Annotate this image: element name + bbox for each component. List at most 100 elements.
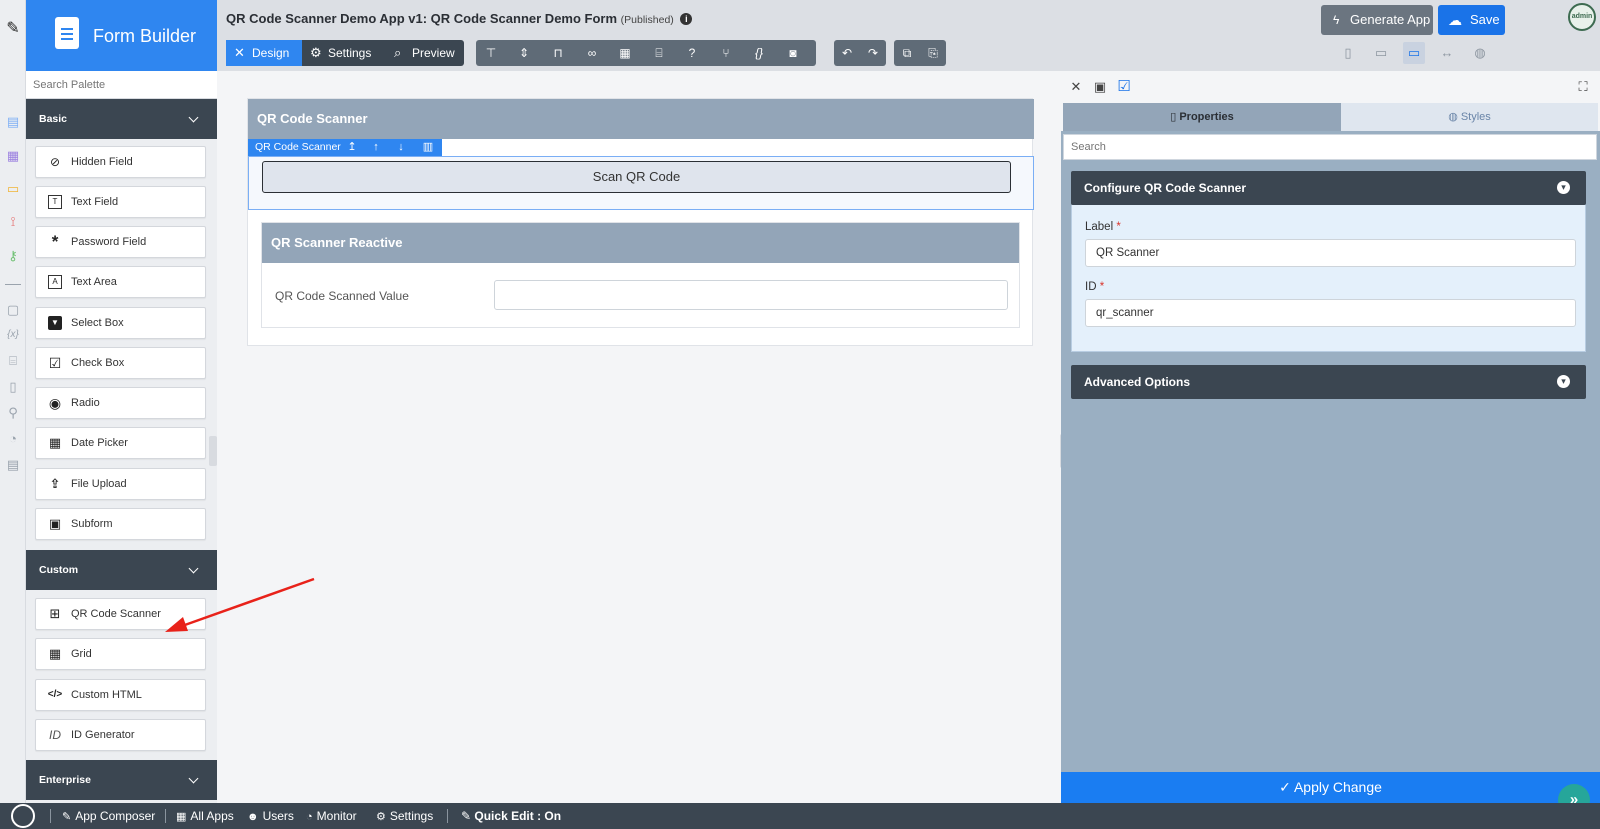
camera-icon[interactable]: ◙ [778,40,808,66]
check-square-icon[interactable]: ☑ [1116,79,1132,95]
plugin-icon[interactable]: ⚲ [5,405,21,421]
palette-item-file-upload[interactable]: ⇪ File Upload [35,468,206,500]
tab-design[interactable]: ✕ Design [226,40,302,66]
qr-scanner-element[interactable]: Scan QR Code [248,156,1034,210]
move-up-parent-icon[interactable]: ↥ [344,139,360,156]
palette-item-select-box[interactable]: ▼ Select Box [35,307,206,339]
laptop-view-icon[interactable]: ▭ [1403,42,1425,64]
all-apps-label: All Apps [190,809,234,823]
palette-item-id-generator[interactable]: ID ID Generator [35,719,206,751]
palette-item-qr-code-scanner[interactable]: ⊞ QR Code Scanner [35,598,206,630]
label-input[interactable] [1085,239,1576,267]
palette-item-label: Check Box [71,357,125,369]
move-up-icon[interactable]: ↑ [368,139,384,156]
apply-change-button[interactable]: ✓ Apply Change [1061,772,1600,803]
branch-icon[interactable]: ⑂ [711,40,741,66]
palette-search-input[interactable] [26,71,217,99]
quick-edit-toggle[interactable]: ✎ Quick Edit : On [455,803,567,829]
gauge-icon[interactable]: ◔ [5,431,21,447]
palette-item-custom-html[interactable]: </> Custom HTML [35,679,206,711]
paste-icon[interactable]: ⎘ [920,40,946,66]
help-icon[interactable]: ? [677,40,707,66]
joget-logo-icon[interactable] [11,804,35,828]
copy-icon[interactable]: ⧉ [894,40,920,66]
element-selection-bar: QR Code Scanner ↥ ↑ ↓ ▥ [248,139,442,156]
save-button[interactable]: ☁ Save [1438,5,1505,35]
palette-item-label: Password Field [71,236,147,248]
id-input[interactable] [1085,299,1576,327]
key-icon[interactable]: ⚷ [5,248,21,264]
palette-item-radio[interactable]: ◉ Radio [35,387,206,419]
binoculars-icon[interactable]: ∞ [577,40,607,66]
mode-switcher: ✕ Design ⚙ Settings ⌕ Preview [226,40,464,66]
settings-link[interactable]: ⚙ Settings [376,803,433,829]
avatar-text: admin [1571,13,1593,20]
close-icon[interactable]: ✕ [1068,79,1084,95]
generate-app-button[interactable]: ϟ Generate App [1321,5,1433,35]
palette-item-text-field[interactable]: T Text Field [35,186,206,218]
reactive-section: QR Scanner Reactive QR Code Scanned Valu… [261,222,1020,328]
tab-preview[interactable]: ⌕ Preview [386,40,464,66]
palette-item-password-field[interactable]: * Password Field [35,226,206,258]
monitor-link[interactable]: ◔ Monitor [306,803,357,829]
braces-icon[interactable]: {} [744,40,774,66]
tree-icon[interactable]: ⊤ [476,40,506,66]
variable-icon[interactable]: {x} [5,327,21,343]
document-icon[interactable]: ▯ [5,379,21,395]
avatar[interactable]: admin [1568,3,1596,31]
properties-search-input[interactable] [1063,134,1597,160]
info-icon[interactable]: i [680,13,693,25]
divider [50,809,51,823]
advanced-options-accordion-header[interactable]: Advanced Options ▾ [1071,365,1586,399]
app-composer-link[interactable]: ✎ App Composer [62,803,155,829]
palette-item-date-picker[interactable]: ▦ Date Picker [35,427,206,459]
palette-item-grid[interactable]: ▦ Grid [35,638,206,670]
datalist-icon[interactable]: ▦ [5,148,21,164]
tab-settings-label: Settings [328,46,372,60]
palette-theme-icon[interactable]: ◍ [1469,42,1491,64]
book-icon[interactable]: ▤ [5,457,21,473]
delete-icon[interactable]: ▥ [420,139,436,156]
mobile-view-icon[interactable]: ▯ [1337,42,1359,64]
expand-icon[interactable]: ⇕ [509,40,539,66]
properties-topbar: ✕ ▣ ☑ ⛶ [1061,71,1600,103]
configure-accordion-header[interactable]: Configure QR Code Scanner ▾ [1071,171,1586,205]
section-enterprise[interactable]: Enterprise [26,760,217,800]
form-icon[interactable]: ▤ [5,114,21,130]
palette-item-check-box[interactable]: ☑ Check Box [35,347,206,379]
process-icon[interactable]: ⟟ [5,214,21,230]
palette-item-label: Hidden Field [71,156,133,168]
palette-item-text-area[interactable]: A Text Area [35,266,206,298]
tablet-view-icon[interactable]: ▭ [1370,42,1392,64]
section-basic[interactable]: Basic [26,99,217,139]
redo-icon[interactable]: ↷ [860,40,886,66]
scan-qr-code-button[interactable]: Scan QR Code [262,161,1011,193]
fullscreen-icon[interactable]: ⛶ [1575,79,1591,95]
undo-icon[interactable]: ↶ [834,40,860,66]
gauge-icon: ◔ [306,811,313,823]
tab-settings[interactable]: ⚙ Settings [302,40,386,66]
move-down-icon[interactable]: ↓ [393,139,409,156]
tab-properties[interactable]: ▯ Properties [1063,103,1341,131]
palette-resize-handle[interactable] [209,436,217,466]
reactive-section-header[interactable]: QR Scanner Reactive [262,223,1019,263]
save-icon[interactable]: ▣ [1092,79,1108,95]
edit-icon[interactable]: ✎ [5,21,21,37]
lock-icon[interactable]: ⊓ [543,40,573,66]
all-apps-link[interactable]: ▦ All Apps [176,803,234,829]
palette-item-subform[interactable]: ▣ Subform [35,508,206,540]
translate-icon[interactable]: ⌸ [644,40,674,66]
form-canvas: QR Code Scanner QR Code Scanner ↥ ↑ ↓ ▥ … [217,71,1057,803]
palette-item-hidden-field[interactable]: ⊘ Hidden Field [35,146,206,178]
fullwidth-view-icon[interactable]: ↔ [1436,42,1458,64]
scanned-value-input[interactable] [494,280,1008,310]
translate-icon[interactable]: ⌸ [5,353,21,369]
note-icon[interactable]: ▢ [5,302,21,318]
tab-styles[interactable]: ◍ Styles [1341,103,1598,131]
status-bar: ✎ App Composer ▦ All Apps ☻ Users ◔ Monitor … [0,803,1600,829]
users-link[interactable]: ☻ Users [247,803,294,829]
table-icon[interactable]: ▦ [610,40,640,66]
section-header[interactable]: QR Code Scanner [248,99,1034,139]
userview-icon[interactable]: ▭ [5,181,21,197]
section-custom[interactable]: Custom [26,550,217,590]
